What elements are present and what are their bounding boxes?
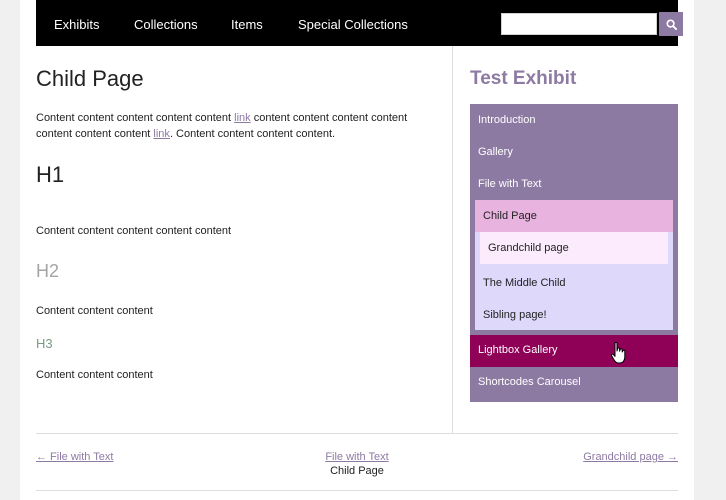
content-link[interactable]: link (153, 128, 170, 140)
exhibit-nav-lightbox-gallery[interactable]: Lightbox Gallery (470, 335, 678, 367)
nav-item-special-collections[interactable]: Special Collections (298, 17, 408, 32)
nav-item-collections[interactable]: Collections (134, 17, 198, 32)
parent-page-link[interactable]: File with Text (325, 451, 388, 463)
exhibit-nav-sibling-page[interactable]: Sibling page! (483, 309, 547, 321)
exhibit-nav-child-page-label: Child Page (483, 210, 537, 222)
content-link[interactable]: link (234, 112, 251, 124)
exhibit-title[interactable]: Test Exhibit (470, 68, 576, 90)
page-container: Exhibits Collections Items Special Colle… (20, 0, 694, 500)
search-icon (665, 18, 677, 30)
exhibit-nav-grandchild-page[interactable]: Grandchild page (480, 232, 668, 264)
heading-h1: H1 (36, 162, 65, 187)
heading-h2: H2 (36, 261, 60, 281)
exhibit-subpages: Child Page Grandchild page The Middle Ch… (475, 200, 673, 330)
exhibit-nav-gallery[interactable]: Gallery (478, 146, 513, 158)
exhibit-nav-lightbox-label: Lightbox Gallery (478, 344, 558, 356)
exhibit-nav-introduction[interactable]: Introduction (478, 114, 535, 126)
hand-pointer-icon (610, 341, 626, 364)
paragraph: Content content content content content (36, 225, 232, 237)
exhibit-nav-middle-child[interactable]: The Middle Child (483, 277, 566, 289)
pagination-bottom-divider (36, 490, 678, 491)
nav-item-exhibits[interactable]: Exhibits (54, 17, 100, 32)
exhibit-nav-file-with-text[interactable]: File with Text (478, 178, 541, 190)
exhibit-nav-grandchild-label: Grandchild page (488, 242, 569, 254)
intro-paragraph: Content content content content content … (36, 110, 436, 142)
paragraph-text: . Content content content content. (169, 128, 336, 140)
search-input[interactable] (501, 13, 657, 35)
parent-page-navigation: File with Text Child Page (277, 451, 437, 477)
top-navigation-bar: Exhibits Collections Items Special Colle… (36, 0, 683, 46)
heading-h3: H3 (36, 336, 53, 351)
column-divider (452, 46, 453, 434)
page-title: Child Page (36, 66, 144, 91)
nav-item-items[interactable]: Items (231, 17, 263, 32)
search-button[interactable] (659, 12, 683, 36)
paragraph-text: Content content content content content (36, 112, 235, 124)
previous-page-link-wrapper: ← File with Text (36, 451, 113, 463)
exhibit-navigation: Introduction Gallery File with Text Chil… (470, 104, 678, 402)
current-page-label: Child Page (330, 465, 384, 477)
paragraph: Content content content (36, 369, 153, 381)
exhibit-nav-child-page-current[interactable]: Child Page (475, 200, 673, 232)
pagination-top-divider (36, 433, 678, 434)
next-page-link-wrapper: Grandchild page → (583, 451, 678, 463)
exhibit-nav-shortcodes-carousel[interactable]: Shortcodes Carousel (478, 376, 581, 388)
paragraph: Content content content (36, 305, 153, 317)
next-page-link[interactable]: Grandchild page → (583, 451, 678, 463)
previous-page-link[interactable]: ← File with Text (36, 451, 113, 463)
